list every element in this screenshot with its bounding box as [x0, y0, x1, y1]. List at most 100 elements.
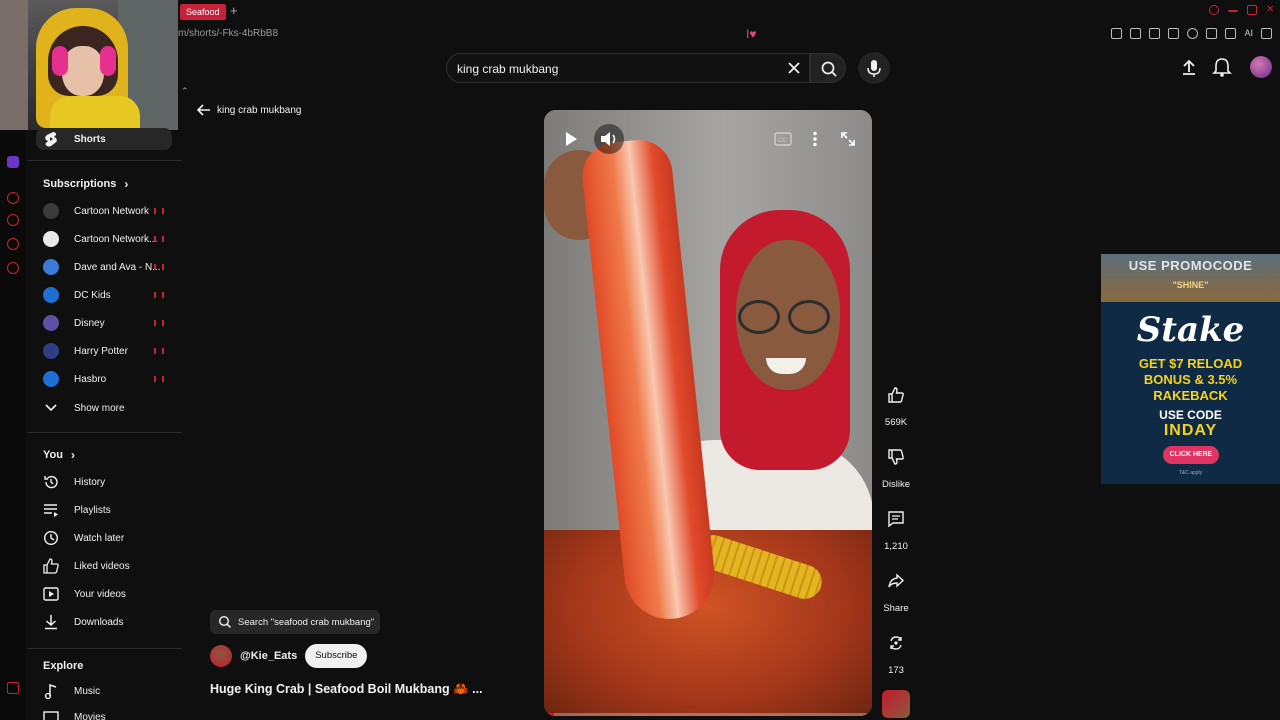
extension-pin-icon[interactable] — [1111, 28, 1123, 39]
back-label: king crab mukbang — [217, 104, 302, 116]
voice-search-button[interactable] — [858, 52, 890, 84]
search-window-icon[interactable] — [1209, 5, 1219, 15]
stake-ad-banner[interactable]: USE PROMOCODE "SHINE" Stake GET $7 RELOA… — [1101, 254, 1280, 484]
sidebar-item-label: Movies — [74, 711, 106, 720]
sidebar-item-label: Watch later — [74, 532, 125, 544]
related-search-pill[interactable]: Search "seafood crab mukbang" — [210, 610, 380, 634]
sidebar-item-your-videos[interactable]: Your videos — [36, 581, 176, 607]
search-button[interactable] — [810, 53, 846, 83]
thumbs-down-icon[interactable] — [879, 440, 913, 474]
minimize-icon[interactable] — [1228, 10, 1238, 12]
extension-toolbar: AI — [1111, 28, 1272, 39]
sound-thumbnail[interactable] — [882, 690, 910, 718]
twitch-icon — [7, 156, 19, 168]
volume-button[interactable] — [594, 124, 624, 154]
video-progress-bar[interactable] — [544, 713, 872, 716]
thumbs-up-icon[interactable] — [879, 378, 913, 412]
like-action[interactable]: 569K — [878, 378, 914, 428]
video-title[interactable]: Huge King Crab | Seafood Boil Mukbang 🦀 … — [210, 682, 483, 697]
channel-avatar[interactable] — [210, 645, 232, 667]
remix-action[interactable]: 173 — [878, 626, 914, 676]
extension-lock-icon[interactable] — [1206, 28, 1218, 39]
sidebar-item-movies[interactable]: Movies — [36, 704, 176, 720]
you-heading[interactable]: You › — [43, 448, 75, 462]
ad-brand-logo: Stake — [1136, 310, 1245, 350]
search-icon — [218, 615, 232, 629]
share-icon[interactable] — [879, 564, 913, 598]
ad-click-here-button[interactable]: CLICK HERE — [1163, 446, 1219, 464]
show-more-button[interactable]: Show more — [36, 395, 176, 421]
extension-heart-icon[interactable] — [1187, 28, 1199, 39]
live-indicator-icon — [154, 208, 164, 214]
search-input[interactable]: king crab mukbang — [457, 62, 558, 76]
chevron-down-icon — [42, 399, 60, 417]
comment-icon[interactable] — [879, 502, 913, 536]
your-videos-icon — [42, 585, 60, 603]
subscriptions-heading[interactable]: Subscriptions › — [43, 177, 128, 191]
sidebar-item-liked-videos[interactable]: Liked videos — [36, 553, 176, 579]
channel-row: @Kie_Eats Subscribe — [210, 644, 368, 668]
subscribe-button[interactable]: Subscribe — [305, 644, 368, 668]
ad-promo-code: "SHINE" — [1172, 280, 1209, 290]
clear-search-icon[interactable] — [785, 59, 803, 77]
browser-tab-seafood[interactable]: Seafood — [180, 4, 226, 20]
sidebar-item-downloads[interactable]: Downloads — [36, 609, 176, 635]
sidebar-item-history[interactable]: History — [36, 469, 176, 495]
extension-box-icon[interactable] — [1130, 28, 1142, 39]
channel-thumbnail — [43, 259, 59, 275]
url-text[interactable]: m/shorts/-Fks-4bRbB8 — [178, 28, 278, 39]
sidebar-subscription-item[interactable]: Hasbro — [36, 366, 176, 392]
play-button[interactable] — [556, 124, 586, 154]
history-icon — [42, 473, 60, 491]
remix-icon[interactable] — [879, 626, 913, 660]
fullscreen-button[interactable] — [836, 126, 860, 152]
show-more-label: Show more — [74, 402, 125, 414]
sidebar-subscription-item[interactable]: Harry Potter — [36, 338, 176, 364]
captions-icon: CC — [774, 132, 792, 146]
sidebar-item-label: Dave and Ava - N... — [74, 261, 161, 273]
sidebar-subscription-item[interactable]: DC Kids — [36, 282, 176, 308]
sidebar-item-label: Liked videos — [74, 560, 130, 572]
playlists-icon — [42, 501, 60, 519]
dislike-action[interactable]: Dislike — [878, 440, 914, 490]
search-box[interactable]: king crab mukbang — [446, 53, 810, 83]
sidebar-item-label: Shorts — [74, 133, 106, 145]
close-window-icon[interactable]: ✕ — [1266, 5, 1276, 15]
upload-icon[interactable] — [1178, 56, 1200, 78]
channel-thumbnail — [43, 231, 59, 247]
back-to-results[interactable]: king crab mukbang — [197, 104, 302, 116]
maximize-icon[interactable] — [1247, 5, 1257, 15]
captions-button[interactable]: CC — [770, 126, 796, 152]
sidebar-subscription-item[interactable]: Disney — [36, 310, 176, 336]
address-bar[interactable]: m/shorts/-Fks-4bRbB8 AI — [178, 24, 1280, 46]
extension-play-icon[interactable] — [1168, 28, 1180, 39]
channel-name[interactable]: @Kie_Eats — [240, 650, 297, 662]
new-tab-button[interactable]: + — [230, 3, 238, 18]
sidebar-item-watch-later[interactable]: Watch later — [36, 525, 176, 551]
notifications-bell-icon[interactable] — [1212, 56, 1232, 78]
download-icon[interactable] — [1225, 28, 1237, 39]
sidebar-item-playlists[interactable]: Playlists — [36, 497, 176, 523]
sidebar-subscription-item[interactable]: Cartoon Network... — [36, 226, 176, 252]
live-indicator-icon — [154, 292, 164, 298]
comments-action[interactable]: 1,210 — [878, 502, 914, 552]
sidebar-item-label: Downloads — [74, 616, 124, 628]
window-controls: ✕ — [1209, 5, 1276, 15]
shorts-video-player[interactable] — [544, 110, 872, 716]
watch-later-icon — [42, 529, 60, 547]
sidebar-subscription-item[interactable]: Cartoon Network — [36, 198, 176, 224]
chevron-up-icon[interactable]: ⌃ — [181, 86, 189, 97]
sidebar-subscription-item[interactable]: Dave and Ava - N... — [36, 254, 176, 280]
live-indicator-icon — [154, 236, 164, 242]
channel-thumbnail — [43, 315, 59, 331]
ai-extension-label[interactable]: AI — [1244, 28, 1253, 39]
sidebar-item-shorts-content[interactable]: Shorts — [36, 126, 176, 152]
account-avatar[interactable] — [1250, 56, 1272, 78]
share-action[interactable]: Share — [878, 564, 914, 614]
more-options-button[interactable] — [804, 126, 826, 152]
extension-shield-icon[interactable] — [1149, 28, 1161, 39]
extension-more-icon[interactable] — [1261, 28, 1272, 39]
more-vertical-icon — [813, 131, 817, 147]
channel-thumbnail — [43, 371, 59, 387]
sidebar-item-music[interactable]: Music — [36, 678, 176, 704]
